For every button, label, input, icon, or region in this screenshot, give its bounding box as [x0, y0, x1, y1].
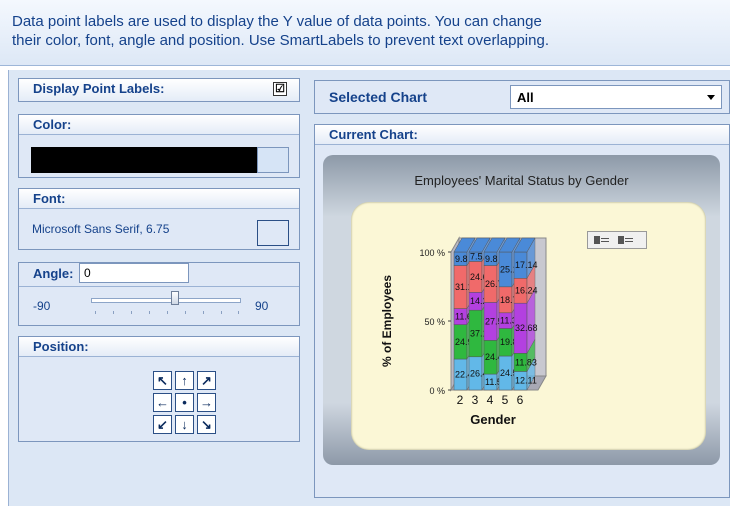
chart-svg: 0 %50 %100 %22.424.911.631.19.8226.4437.…: [380, 236, 547, 427]
position-center-button[interactable]: •: [175, 393, 194, 412]
color-group: Color:: [18, 114, 300, 178]
data-label: 7.5: [470, 252, 483, 262]
font-label: Font:: [33, 191, 66, 206]
color-label: Color:: [33, 117, 72, 132]
position-bottom-button[interactable]: ↓: [175, 415, 194, 434]
selected-chart-value: All: [517, 90, 534, 105]
description-line2: their color, font, angle and position. U…: [12, 32, 549, 49]
position-left-button[interactable]: ←: [153, 393, 172, 412]
x-tick-label: 5: [502, 393, 509, 407]
angle-slider-track[interactable]: [91, 298, 241, 303]
chart-legend[interactable]: [587, 231, 647, 249]
color-header: Color:: [19, 115, 299, 135]
font-picker-button[interactable]: [257, 220, 289, 246]
data-label: 32.68: [515, 323, 538, 333]
selected-chart-label: Selected Chart: [329, 89, 428, 105]
chart-title: Employees' Marital Status by Gender: [414, 173, 629, 188]
position-bottom-left-button[interactable]: ↙: [153, 415, 172, 434]
position-grid: ↖ ↑ ↗ ← • → ↙ ↓ ↘: [153, 371, 217, 437]
color-swatch[interactable]: [31, 147, 269, 173]
y-tick-label: 100 %: [419, 248, 445, 258]
angle-group: Angle: 0 -90 90: [18, 262, 300, 326]
font-value: Microsoft Sans Serif, 6.75: [32, 222, 170, 236]
selected-chart-dropdown[interactable]: All: [510, 85, 722, 109]
color-picker-button[interactable]: [257, 147, 289, 173]
angle-min-label: -90: [33, 299, 51, 313]
description-line1: Data point labels are used to display th…: [12, 13, 542, 30]
x-tick-label: 4: [487, 393, 494, 407]
position-right-button[interactable]: →: [197, 393, 216, 412]
legend-icon: [594, 236, 633, 244]
chart-frame: Employees' Marital Status by Gender 0 % 5…: [323, 155, 720, 465]
display-point-labels-row: Display Point Labels: ☑: [18, 78, 300, 102]
position-top-button[interactable]: ↑: [175, 371, 194, 390]
x-tick-label: 2: [457, 393, 464, 407]
position-bottom-right-button[interactable]: ↘: [197, 415, 216, 434]
x-axis-label: Gender: [470, 412, 516, 427]
y-tick-label: 0 %: [429, 386, 445, 396]
chevron-down-icon: [707, 95, 715, 100]
position-group: Position: ↖ ↑ ↗ ← • → ↙ ↓ ↘: [18, 336, 300, 442]
position-label: Position:: [33, 339, 89, 354]
data-label: 9.8: [455, 254, 468, 264]
x-tick-label: 3: [472, 393, 479, 407]
position-top-right-button[interactable]: ↗: [197, 371, 216, 390]
position-top-left-button[interactable]: ↖: [153, 371, 172, 390]
font-group: Font: Microsoft Sans Serif, 6.75: [18, 188, 300, 250]
data-label: 16.24: [515, 286, 538, 296]
display-point-labels-label: Display Point Labels:: [33, 81, 165, 96]
description-banner: Data point labels are used to display th…: [0, 0, 730, 66]
data-label: 17.14: [515, 260, 538, 270]
chart-area: 0 % 50 % 100 % 22.4 24.9 11.6 31.1 9.8 2 26.44 37.…: [351, 202, 706, 450]
current-chart-label: Current Chart:: [329, 127, 418, 142]
angle-input[interactable]: 0: [79, 263, 189, 283]
y-axis-label: % of Employees: [380, 275, 394, 367]
selected-chart-group: Selected Chart All: [314, 80, 730, 114]
angle-slider-thumb[interactable]: [171, 291, 179, 305]
current-chart-header: Current Chart:: [315, 125, 729, 145]
current-chart-group: Current Chart: Employees' Marital Status…: [314, 124, 730, 498]
position-header: Position:: [19, 337, 299, 357]
font-header: Font:: [19, 189, 299, 209]
data-label: 11.83: [515, 357, 537, 367]
data-label: 12.11: [515, 376, 537, 386]
angle-max-label: 90: [255, 299, 269, 313]
angle-slider-ticks: [95, 311, 239, 314]
angle-label: Angle:: [33, 266, 74, 281]
data-label: 9.8: [485, 254, 498, 264]
y-tick-label: 50 %: [424, 317, 445, 327]
x-tick-label: 6: [517, 393, 524, 407]
display-point-labels-checkbox[interactable]: ☑: [273, 82, 287, 96]
display-point-labels-header: Display Point Labels: ☑: [19, 79, 299, 101]
